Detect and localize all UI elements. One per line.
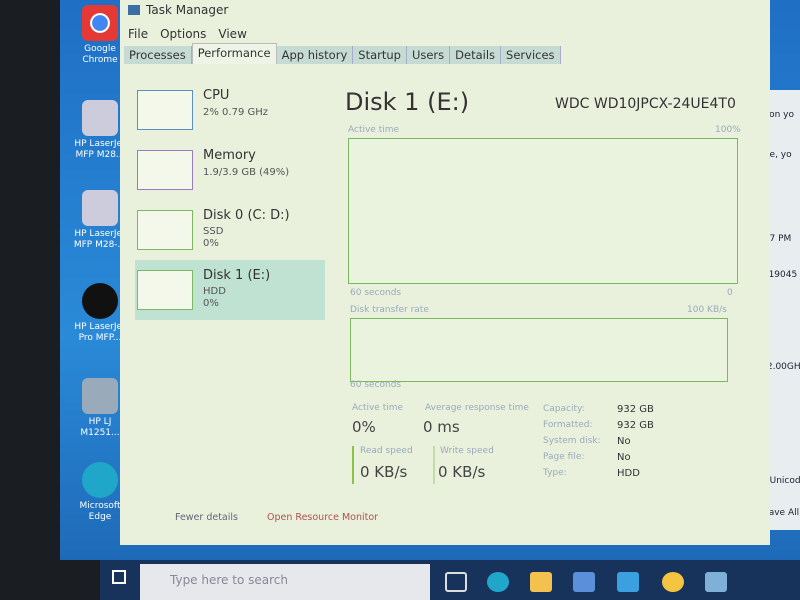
tab-performance[interactable]: Performance [191,43,277,64]
tab-processes[interactable]: Processes [124,46,192,64]
page-file-value: No [617,452,631,463]
menu-file[interactable]: File [128,27,148,41]
resource-list: CPU 2% 0.79 GHz Memory 1.9/3.9 GB (49%) Di… [135,80,325,320]
edge-icon [82,462,118,498]
task-manager-window: Task Manager File Options View Processes P… [120,0,770,545]
write-speed-bar [433,446,435,484]
sidebar-item-disk0[interactable]: Disk 0 (C: D:) SSD 0% [135,200,325,260]
disk-title: Disk 1 (E:) [345,88,470,116]
memory-thumbnail [137,150,193,190]
file-explorer-icon[interactable] [530,572,552,592]
sidebar-item-disk1[interactable]: Disk 1 (E:) HDD 0% [135,260,325,320]
cpu-thumbnail [137,90,193,130]
edge-taskbar-icon[interactable] [487,572,509,592]
tab-bar: Processes Performance App history Startu… [124,43,561,64]
transfer-rate-label: Disk transfer rate [350,305,429,315]
chrome-icon [82,5,118,41]
axis-zero: 0 [727,288,733,298]
disk-model: WDC WD10JPCX-24UE4T0 [555,96,736,112]
icon-label: Microsoft Edge [79,501,121,522]
transfer-rate-graph [350,318,728,382]
printer-icon [82,378,118,414]
tab-app-history[interactable]: App history [276,46,354,64]
transfer-rate-max: 100 KB/s [687,305,727,315]
search-placeholder: Type here to search [170,573,288,587]
stat-label: Average response time [425,403,529,413]
store-icon[interactable] [573,572,595,592]
disk1-thumbnail [137,270,193,310]
prop-label: System disk: [543,436,601,446]
item-name: Disk 0 (C: D:) [203,208,290,223]
sidebar-item-memory[interactable]: Memory 1.9/3.9 GB (49%) [135,140,325,200]
icon-label: HP LaserJet MFP M28... [74,139,126,160]
icon-label: HP LaserJet MFP M28-... [73,229,127,250]
menu-bar: File Options View [128,27,259,41]
active-time-value: 0% [352,418,376,436]
item-usage: 0% [203,238,219,249]
stat-label: Read speed [360,446,413,456]
window-title: Task Manager [146,3,229,17]
read-speed-value: 0 KB/s [360,463,408,481]
stat-label: Active time [352,403,404,413]
icon-label: HP LaserJet Pro MFP... [74,322,126,343]
task-manager-taskbar-icon[interactable] [705,572,727,592]
time-axis-label: 60 seconds [350,380,402,390]
tab-details[interactable]: Details [450,46,502,64]
taskbar-search[interactable]: Type here to search [140,564,430,600]
stat-label: Write speed [440,446,494,456]
menu-options[interactable]: Options [160,27,206,41]
write-speed-value: 0 KB/s [438,463,486,481]
tab-users[interactable]: Users [406,46,451,64]
prop-label: Type: [543,468,567,478]
item-type: HDD [203,286,226,297]
scanner-icon [82,190,118,226]
sidebar-item-cpu[interactable]: CPU 2% 0.79 GHz [135,80,325,140]
app-icon[interactable] [662,572,684,592]
prop-label: Formatted: [543,420,593,430]
formatted-value: 932 GB [617,420,654,431]
menu-view[interactable]: View [218,27,246,41]
disk0-thumbnail [137,210,193,250]
tab-services[interactable]: Services [501,46,561,64]
fewer-details-link[interactable]: Fewer details [175,512,238,523]
type-value: HDD [617,468,640,479]
item-name: CPU [203,88,230,103]
active-time-graph-label: Active time [348,125,400,135]
item-name: Disk 1 (E:) [203,268,271,283]
icon-label: HP LJ M1251... [80,417,120,438]
avg-response-value: 0 ms [423,418,460,436]
icon-label: Google Chrome [82,44,118,65]
title-bar: Task Manager [128,3,228,17]
open-resource-monitor-link[interactable]: Open Resource Monitor [267,512,378,523]
prop-label: Capacity: [543,404,585,414]
time-axis-label: 60 seconds [350,288,402,298]
start-button[interactable] [112,570,126,584]
printer-icon [82,100,118,136]
tab-startup[interactable]: Startup [353,46,407,64]
item-detail: 1.9/3.9 GB (49%) [203,167,290,178]
capacity-value: 932 GB [617,404,654,415]
item-type: SSD [203,226,224,237]
item-detail: 2% 0.79 GHz [203,107,269,118]
system-disk-value: No [617,436,631,447]
task-view-icon[interactable] [445,572,467,592]
task-manager-icon [128,5,140,15]
read-speed-bar [352,446,354,484]
prop-label: Page file: [543,452,585,462]
active-time-graph [348,138,738,284]
item-usage: 0% [203,298,219,309]
active-time-max: 100% [715,125,741,135]
mail-icon[interactable] [617,572,639,592]
hp-icon [82,283,118,319]
item-name: Memory [203,148,256,163]
